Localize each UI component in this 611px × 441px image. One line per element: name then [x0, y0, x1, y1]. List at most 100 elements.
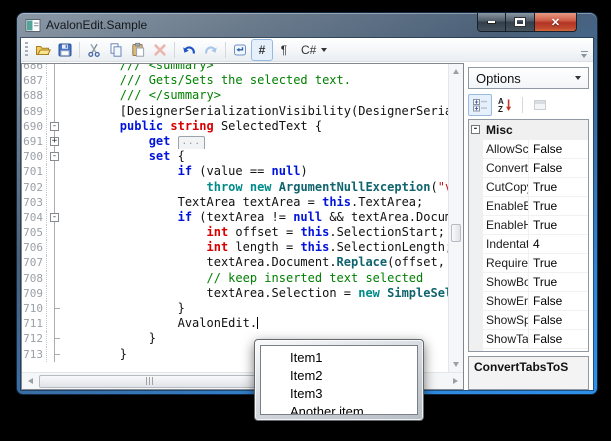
- code-text: textArea.Document.Replace(offset, l: [62, 255, 448, 270]
- copy-icon: [108, 42, 124, 58]
- property-row[interactable]: EnableEmTrue: [469, 197, 588, 216]
- code-line[interactable]: 703 TextArea textArea = this.TextArea;: [22, 195, 448, 210]
- line-number: 705: [22, 225, 47, 240]
- fold-margin-cell[interactable]: +: [47, 134, 62, 149]
- property-value[interactable]: True: [529, 216, 588, 234]
- title-bar[interactable]: AvalonEdit.Sample ✕: [17, 13, 597, 38]
- fold-expand-icon[interactable]: +: [50, 137, 59, 146]
- redo-button[interactable]: [200, 39, 222, 61]
- copy-button[interactable]: [105, 39, 127, 61]
- toolbar-overflow-button[interactable]: [578, 39, 590, 61]
- property-row[interactable]: AllowScroFalse: [469, 140, 588, 159]
- code-line[interactable]: 707 textArea.Document.Replace(offset, l: [22, 255, 448, 270]
- categorized-button[interactable]: [468, 94, 492, 116]
- scroll-right-button[interactable]: [447, 373, 463, 389]
- property-row[interactable]: CutCopyWTrue: [469, 178, 588, 197]
- code-line[interactable]: 688 /// </summary>: [22, 88, 448, 103]
- code-line[interactable]: 687 /// Gets/Sets the selected text.: [22, 73, 448, 88]
- fold-margin-cell: [47, 73, 62, 88]
- open-button[interactable]: [32, 39, 54, 61]
- close-button[interactable]: ✕: [534, 13, 577, 32]
- property-row[interactable]: Indentatio4: [469, 235, 588, 254]
- code-line[interactable]: 701 if (value == null): [22, 164, 448, 179]
- code-line[interactable]: 705 int offset = this.SelectionStart;: [22, 225, 448, 240]
- language-combo[interactable]: C#: [295, 39, 333, 61]
- delete-button[interactable]: [149, 39, 171, 61]
- scroll-left-button[interactable]: [22, 373, 38, 389]
- horizontal-scrollbar-thumb[interactable]: [39, 375, 261, 388]
- toolbar-separator: [174, 42, 175, 58]
- overflow-chevron-icon: [581, 54, 587, 58]
- maximize-button[interactable]: [505, 13, 535, 32]
- line-numbers-toggle[interactable]: #: [251, 39, 273, 61]
- fold-margin-cell[interactable]: -: [47, 210, 62, 225]
- code-line[interactable]: 689 [DesignerSerializationVisibility(Des…: [22, 104, 448, 119]
- line-number: 690: [22, 119, 47, 134]
- property-value[interactable]: False: [529, 292, 588, 310]
- property-value[interactable]: False: [529, 330, 588, 348]
- property-row[interactable]: ShowTabFalse: [469, 330, 588, 349]
- property-value[interactable]: True: [529, 254, 588, 272]
- minimize-button[interactable]: [477, 13, 506, 32]
- property-value[interactable]: False: [529, 311, 588, 329]
- code-line[interactable]: 690- public string SelectedText {: [22, 119, 448, 134]
- property-row[interactable]: ConvertTaFalse: [469, 159, 588, 178]
- property-value[interactable]: False: [529, 140, 588, 158]
- arrow-down-icon: [453, 362, 459, 367]
- property-row[interactable]: EnableHyTrue: [469, 216, 588, 235]
- completion-item[interactable]: Item2: [290, 367, 417, 385]
- end-of-line-toggle[interactable]: ¶: [273, 39, 295, 61]
- fold-collapse-icon[interactable]: -: [50, 152, 59, 161]
- property-pages-button[interactable]: [528, 94, 552, 116]
- completion-item[interactable]: Item3: [290, 385, 417, 403]
- property-row[interactable]: RequireCoTrue: [469, 254, 588, 273]
- property-value[interactable]: True: [529, 178, 588, 196]
- property-value[interactable]: 4: [529, 235, 588, 253]
- undo-button[interactable]: [178, 39, 200, 61]
- code-line[interactable]: 702 throw new ArgumentNullException("va: [22, 180, 448, 195]
- paste-button[interactable]: [127, 39, 149, 61]
- completion-list[interactable]: Item1Item2Item3Another item: [260, 345, 418, 415]
- code-line[interactable]: 709 textArea.Selection = new SimpleSele: [22, 286, 448, 301]
- fold-margin-cell[interactable]: -: [47, 119, 62, 134]
- property-grid[interactable]: - Misc AllowScroFalseConvertTaFalseCutCo…: [468, 119, 589, 352]
- word-wrap-toggle[interactable]: [229, 39, 251, 61]
- fold-margin-cell[interactable]: -: [47, 149, 62, 164]
- app-icon: [25, 18, 41, 33]
- code-line[interactable]: 686 /// <summary>: [22, 64, 448, 73]
- completion-item[interactable]: Item1: [290, 349, 417, 367]
- code-line[interactable]: 691+ get ...: [22, 134, 448, 149]
- category-row-misc[interactable]: - Misc: [469, 120, 588, 140]
- property-value[interactable]: True: [529, 197, 588, 215]
- code-line[interactable]: 700- set {: [22, 149, 448, 164]
- code-line[interactable]: 710 }: [22, 301, 448, 316]
- code-text: }: [62, 301, 448, 316]
- language-combo-value: C#: [301, 43, 316, 57]
- vertical-scrollbar-thumb[interactable]: [451, 224, 461, 242]
- vertical-scrollbar[interactable]: [448, 64, 463, 372]
- property-row[interactable]: ShowBoxTrue: [469, 273, 588, 292]
- code-line[interactable]: 708 // keep inserted text selected: [22, 271, 448, 286]
- property-value[interactable]: False: [529, 159, 588, 177]
- folded-section-box[interactable]: ...: [178, 136, 205, 149]
- main-toolbar: # ¶ C#: [21, 38, 593, 62]
- options-combo[interactable]: Options: [468, 67, 589, 89]
- alphabetical-sort-button[interactable]: A Z: [493, 94, 517, 116]
- collapse-minus-icon[interactable]: -: [471, 125, 480, 134]
- save-button[interactable]: [54, 39, 76, 61]
- toolbar-grip[interactable]: [25, 42, 28, 58]
- code-text: /// </summary>: [62, 88, 448, 103]
- scroll-down-button[interactable]: [449, 357, 463, 372]
- property-row[interactable]: ShowEndFalse: [469, 292, 588, 311]
- completion-item[interactable]: Another item: [290, 403, 417, 415]
- code-line[interactable]: 711 AvalonEdit.: [22, 316, 448, 331]
- property-value[interactable]: True: [529, 273, 588, 291]
- scroll-up-button[interactable]: [449, 64, 463, 79]
- fold-collapse-icon[interactable]: -: [50, 213, 59, 222]
- fold-collapse-icon[interactable]: -: [50, 122, 59, 131]
- code-line[interactable]: 704- if (textArea != null && textArea.Do…: [22, 210, 448, 225]
- code-line[interactable]: 706 int length = this.SelectionLength;: [22, 240, 448, 255]
- cut-button[interactable]: [83, 39, 105, 61]
- property-row[interactable]: ShowSpacFalse: [469, 311, 588, 330]
- line-number: 707: [22, 255, 47, 270]
